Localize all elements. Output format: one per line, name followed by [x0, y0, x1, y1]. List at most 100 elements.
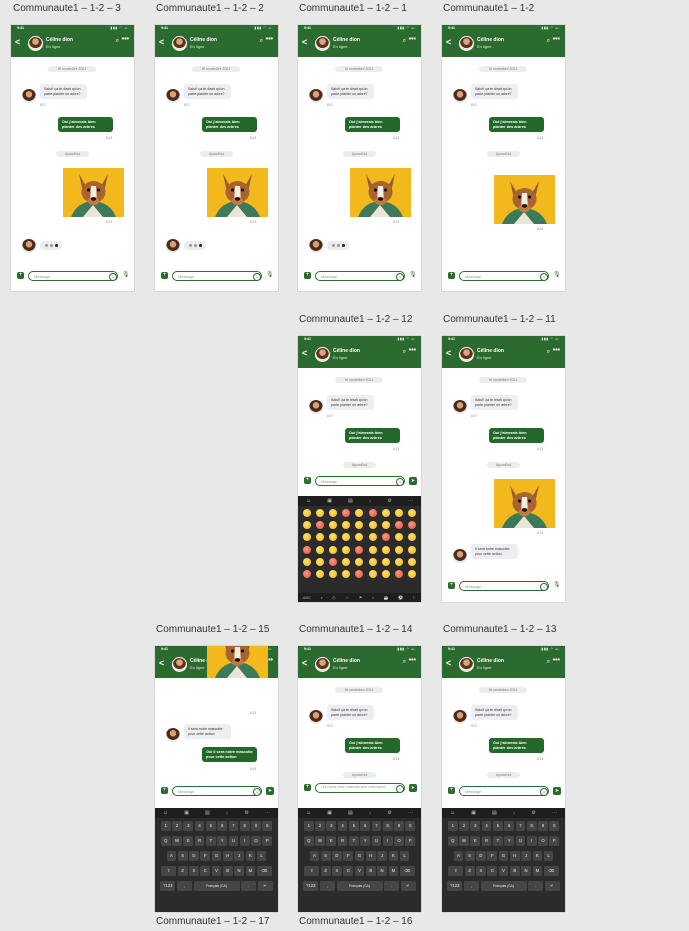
keyboard-tool-icon[interactable]: ▤: [348, 498, 353, 504]
photo-message[interactable]: [494, 175, 555, 224]
back-icon[interactable]: <: [302, 348, 307, 358]
contact-name[interactable]: Céline dion: [333, 348, 360, 354]
key[interactable]: N: [377, 866, 387, 876]
search-icon[interactable]: ⌕: [547, 38, 550, 45]
emoji-key[interactable]: [329, 569, 338, 578]
emoji-key[interactable]: [395, 509, 404, 517]
key[interactable]: 8: [382, 821, 393, 831]
add-attachment-button[interactable]: +: [448, 272, 455, 279]
key[interactable]: T: [206, 836, 216, 846]
key[interactable]: W: [172, 836, 182, 846]
key[interactable]: F: [200, 851, 211, 861]
key[interactable]: ?123: [303, 881, 319, 891]
emoji-icon[interactable]: ☺: [540, 583, 548, 591]
back-icon[interactable]: <: [446, 37, 451, 47]
message-input[interactable]: Oui il sera notre mascotte pour cette ac…: [315, 783, 405, 793]
emoji-category-icon[interactable]: ⌕: [320, 595, 322, 600]
key[interactable]: T: [493, 836, 503, 846]
key[interactable]: 7: [515, 821, 526, 831]
microphone-icon[interactable]: 🎙: [553, 271, 561, 278]
photo-message[interactable]: [350, 168, 411, 217]
incoming-message[interactable]: Salut! ça te dirait qu'on parte planter …: [471, 705, 518, 720]
incoming-message[interactable]: Salut! ça te dirait qu'on parte planter …: [327, 84, 374, 99]
keyboard-tool-icon[interactable]: ⚙: [387, 810, 391, 816]
key[interactable]: 1: [447, 821, 458, 831]
outgoing-message[interactable]: Oui j'aimerais bien planter des arbres: [345, 738, 400, 754]
emoji-key[interactable]: [408, 521, 417, 530]
search-icon[interactable]: ⌕: [403, 38, 406, 45]
keyboard-tool-icon[interactable]: ⚙: [387, 498, 391, 504]
incoming-message[interactable]: Salut! ça te dirait qu'on parte planter …: [327, 395, 374, 410]
outgoing-message[interactable]: Oui j'aimerais bien planter des arbres: [58, 117, 113, 133]
key[interactable]: X: [189, 866, 199, 876]
emoji-key[interactable]: [395, 569, 404, 578]
microphone-icon[interactable]: 🎙: [266, 271, 274, 278]
contact-avatar[interactable]: [459, 36, 474, 51]
emoji-category-icon[interactable]: ⌂: [372, 595, 374, 600]
emoji-key[interactable]: [355, 533, 364, 542]
contact-avatar[interactable]: [28, 36, 43, 51]
emoji-key[interactable]: [342, 569, 351, 578]
key[interactable]: 9: [538, 821, 548, 831]
key[interactable]: L: [256, 851, 267, 861]
emoji-key[interactable]: [355, 521, 364, 530]
key[interactable]: ↵: [544, 881, 560, 891]
key[interactable]: D: [332, 851, 342, 861]
emoji-icon[interactable]: ☺: [253, 788, 261, 796]
back-icon[interactable]: <: [159, 658, 164, 668]
key[interactable]: 3: [326, 821, 337, 831]
emoji-key[interactable]: [329, 557, 338, 566]
key[interactable]: Y: [217, 836, 227, 846]
contact-name[interactable]: Céline dion: [333, 658, 360, 664]
contact-name[interactable]: Céline dion: [477, 658, 504, 664]
back-icon[interactable]: <: [446, 658, 451, 668]
keyboard-tool-icon[interactable]: ☺: [306, 498, 311, 504]
emoji-key[interactable]: [395, 533, 404, 542]
emoji-key[interactable]: [381, 533, 390, 542]
key[interactable]: Y: [504, 836, 514, 846]
outgoing-message[interactable]: Oui j'aimerais bien planter des arbres: [489, 117, 544, 133]
contact-name[interactable]: Céline dion: [477, 348, 504, 354]
more-icon[interactable]: •••: [553, 36, 560, 43]
key[interactable]: A: [309, 851, 320, 861]
back-icon[interactable]: <: [446, 348, 451, 358]
key[interactable]: B: [365, 866, 376, 876]
key[interactable]: R: [481, 836, 492, 846]
incoming-message[interactable]: Salut! ça te dirait qu'on parte planter …: [471, 395, 518, 410]
key[interactable]: ,: [463, 881, 479, 891]
keyboard-tool-icon[interactable]: ▤: [492, 810, 497, 816]
keyboard-tool-icon[interactable]: ▣: [327, 810, 332, 816]
key[interactable]: E: [326, 836, 337, 846]
send-button[interactable]: ➤: [266, 787, 274, 795]
key[interactable]: U: [371, 836, 382, 846]
key[interactable]: 3: [470, 821, 481, 831]
emoji-icon[interactable]: ☺: [396, 785, 404, 793]
key[interactable]: Z: [320, 866, 331, 876]
microphone-icon[interactable]: 🎙: [409, 271, 417, 278]
incoming-message[interactable]: Salut! ça te dirait qu'on parte planter …: [471, 84, 518, 99]
emoji-key[interactable]: [408, 569, 417, 578]
key[interactable]: J: [234, 851, 244, 861]
emoji-key[interactable]: [355, 509, 364, 517]
key[interactable]: E: [470, 836, 481, 846]
key[interactable]: G: [211, 851, 222, 861]
key[interactable]: 5: [206, 821, 216, 831]
more-icon[interactable]: •••: [553, 347, 560, 354]
key[interactable]: 0: [405, 821, 416, 831]
key[interactable]: 9: [251, 821, 261, 831]
key[interactable]: .: [241, 881, 257, 891]
key[interactable]: P: [262, 836, 273, 846]
send-button[interactable]: ➤: [409, 784, 417, 792]
add-attachment-button[interactable]: +: [17, 272, 24, 279]
key[interactable]: ?123: [447, 881, 463, 891]
emoji-key[interactable]: [302, 521, 311, 530]
key[interactable]: 1: [160, 821, 171, 831]
back-icon[interactable]: <: [302, 658, 307, 668]
contact-avatar[interactable]: [459, 657, 474, 672]
emoji-icon[interactable]: ☺: [396, 478, 404, 486]
keyboard-tool-icon[interactable]: ⚙: [244, 810, 248, 816]
key[interactable]: 6: [504, 821, 514, 831]
search-icon[interactable]: ⌕: [547, 659, 550, 666]
search-icon[interactable]: ⌕: [403, 659, 406, 666]
key[interactable]: G: [354, 851, 365, 861]
